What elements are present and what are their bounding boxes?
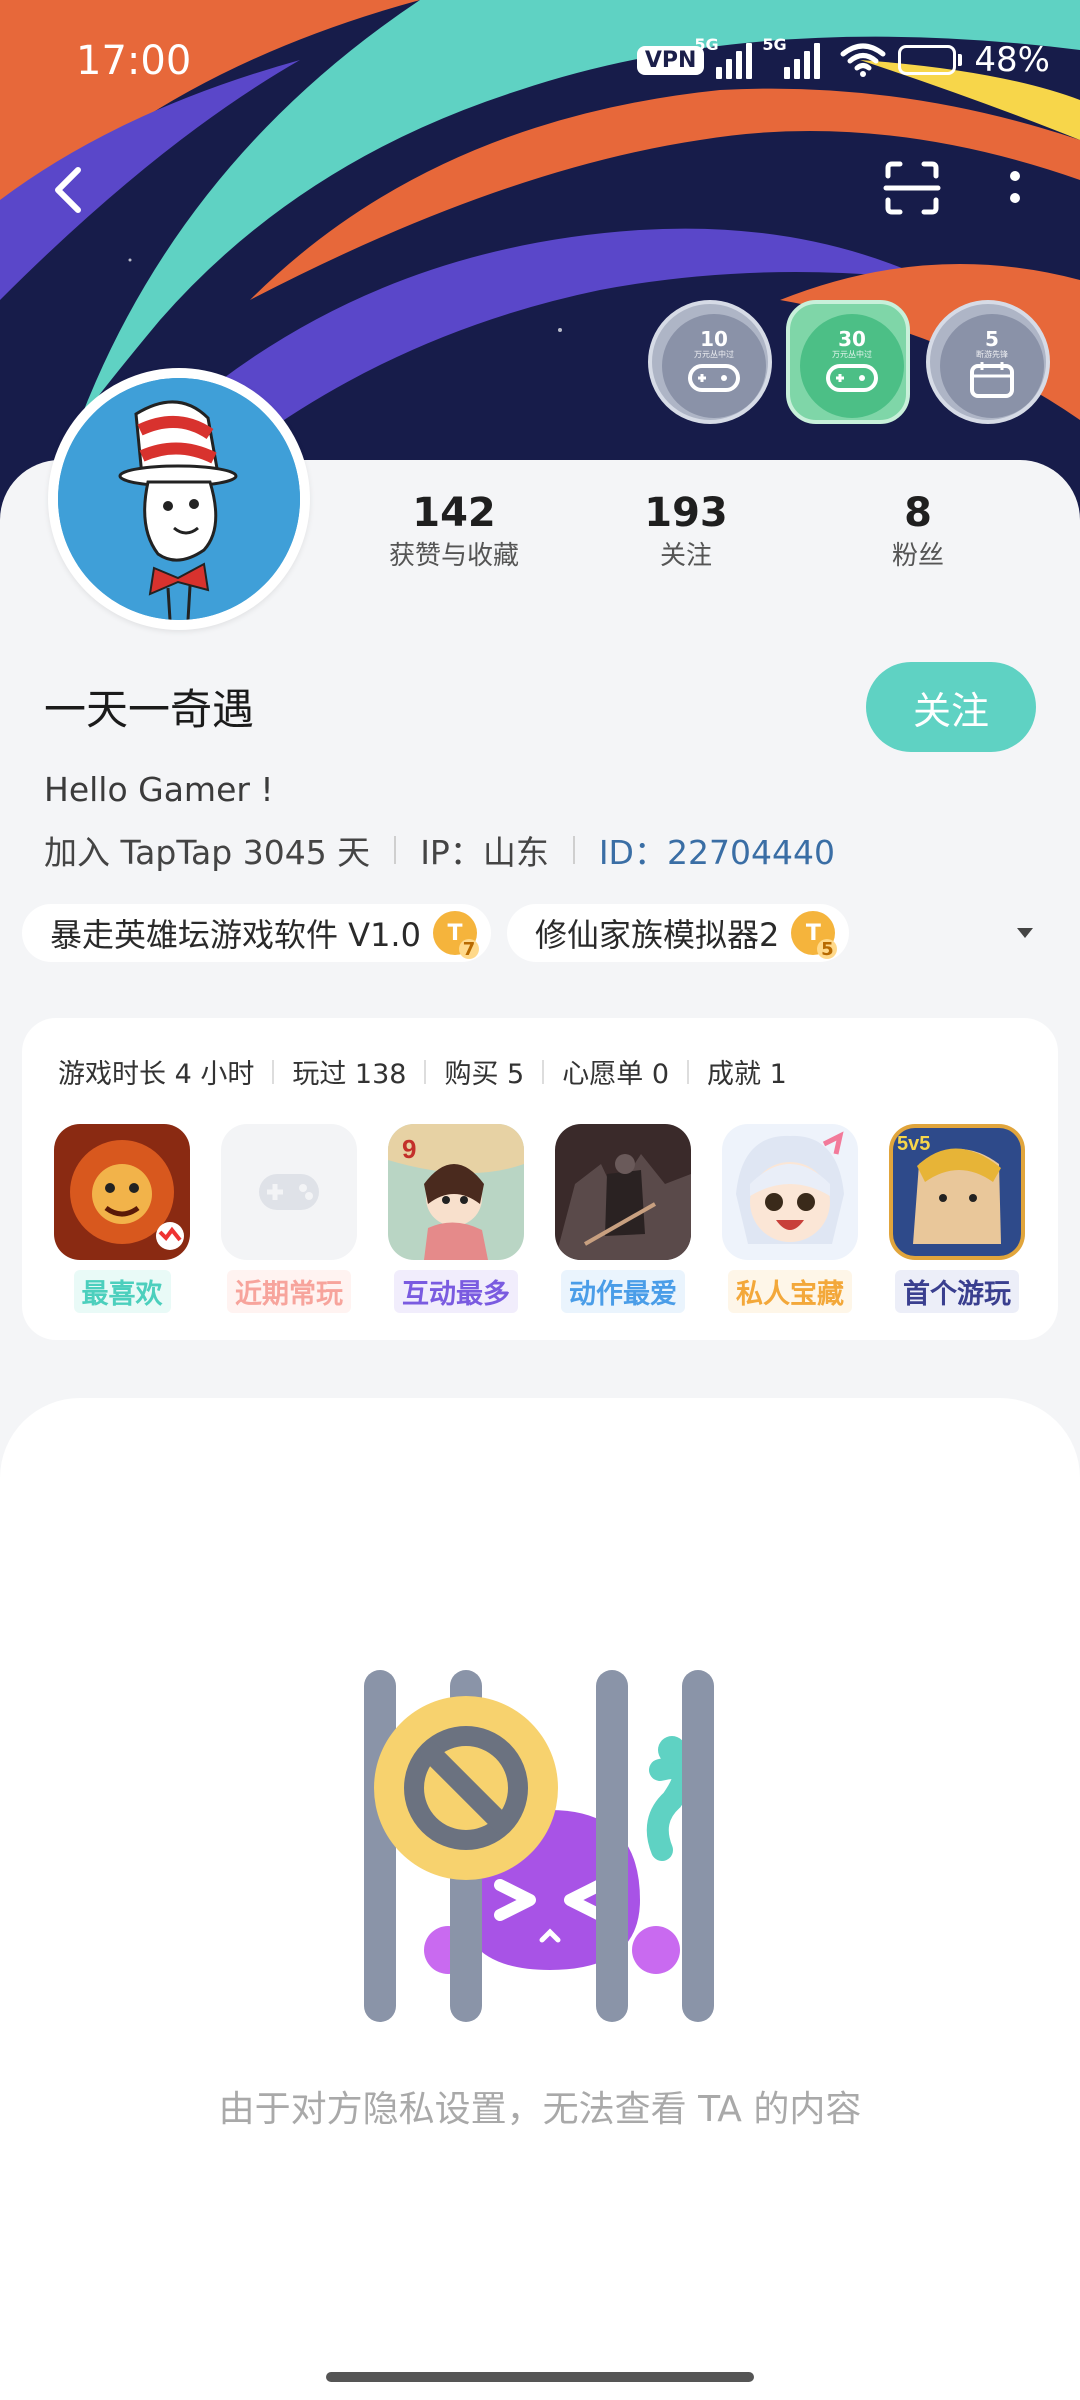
game-label: 互动最多 [394,1270,518,1313]
profile-screen: 17:00 VPN 5G 5G 48% 10 万元丛中过 30 万元丛中过 5 … [0,0,1080,2400]
divider [687,1059,689,1084]
follow-button[interactable]: 关注 [866,662,1036,752]
join-duration: 加入 TapTap 3045 天 [44,833,371,872]
user-id-value: 22704440 [666,833,835,872]
status-time: 17:00 [76,38,192,84]
medal-badge[interactable]: 10 万元丛中过 [648,300,772,424]
game-icon [54,1124,190,1260]
gamepad-icon [688,364,740,392]
signal-icon: 5G [694,35,753,79]
taptap-level-icon: T7 [432,911,479,960]
game-tag-label: 暴走英雄坛游戏软件 V1.0 [50,916,421,954]
game-icon: 9 [388,1124,524,1260]
status-bar: 17:00 VPN 5G 5G 48% [0,30,1080,100]
ip-location: IP：山东 [420,833,549,872]
game-summary-panel: 游戏时长 4 小时 玩过 138 购买 5 心愿单 0 成就 1 最喜欢 近期常… [22,1018,1058,1340]
home-indicator[interactable] [326,2372,754,2382]
wifi-icon [840,43,886,77]
avatar[interactable] [48,368,310,630]
medal-title: 万元丛中过 [832,350,872,359]
medal-badge[interactable]: 5 断游先锋 [926,300,1050,424]
game-label: 动作最爱 [561,1270,685,1313]
featured-game-treasure[interactable]: 私人宝藏 [722,1124,858,1313]
battery-icon [898,45,963,75]
stat-following[interactable]: 193 关注 [586,488,786,574]
purchase-count[interactable]: 购买 5 [444,1052,524,1091]
network-type-label: 5G [694,35,719,54]
game-icon: 5v5 [889,1124,1025,1260]
user-id[interactable]: ID：22704440 [599,826,835,874]
more-options-icon[interactable] [1000,158,1030,218]
privacy-locked-illustration [364,1670,714,2022]
stat-value: 142 [412,490,496,536]
stat-label: 粉丝 [891,541,944,571]
stat-value: 8 [904,490,932,536]
play-time[interactable]: 游戏时长 4 小时 [58,1052,254,1091]
stat-likes[interactable]: 142 获赞与收藏 [354,488,554,574]
back-icon[interactable] [44,160,94,220]
dropdown-icon[interactable] [1014,924,1036,942]
medal-number: 10 [700,327,728,351]
game-label: 最喜欢 [73,1270,171,1313]
game-label: 首个游玩 [895,1270,1019,1313]
avatar-image [58,378,300,620]
medal-badge[interactable]: 30 万元丛中过 [786,300,910,424]
game-tag[interactable]: 修仙家族模拟器2 T5 [506,904,850,962]
featured-games: 最喜欢 近期常玩 9 互动最多 动作最爱 私人宝藏 5v5 首个游玩 [54,1124,1025,1313]
game-tag[interactable]: 暴走英雄坛游戏软件 V1.0 T7 [22,904,491,962]
game-icon [555,1124,691,1260]
svg-text:9: 9 [402,1134,416,1164]
featured-game-interaction[interactable]: 9 互动最多 [388,1124,524,1313]
game-placeholder-icon [221,1124,357,1260]
stat-label: 获赞与收藏 [388,541,519,571]
game-icon [722,1124,858,1260]
divider [272,1059,275,1084]
medal-title: 断游先锋 [976,350,1008,359]
gamepad-icon [259,1174,319,1210]
stat-value: 193 [644,490,728,536]
taptap-level-icon: T5 [791,911,838,960]
profile-meta: 加入 TapTap 3045 天 IP：山东 ID：22704440 [44,826,835,874]
featured-game-first[interactable]: 5v5 首个游玩 [889,1124,1025,1313]
stat-followers[interactable]: 8 粉丝 [818,488,1018,574]
divider [572,836,575,864]
featured-game-recent[interactable]: 近期常玩 [221,1124,357,1313]
game-stats-row: 游戏时长 4 小时 玩过 138 购买 5 心愿单 0 成就 1 [58,1052,787,1091]
wishlist-count[interactable]: 心愿单 0 [562,1052,669,1091]
medal-title: 万元丛中过 [694,350,734,359]
medal-number: 30 [838,327,866,351]
game-tag-label: 修仙家族模拟器2 [534,916,780,954]
featured-game-action[interactable]: 动作最爱 [555,1124,691,1313]
divider [424,1059,427,1084]
signal-icon: 5G [762,35,821,79]
divider [394,836,397,864]
played-count[interactable]: 玩过 138 [292,1052,406,1091]
scan-icon[interactable] [882,158,942,218]
bio: Hello Gamer ! [44,770,274,809]
svg-text:5v5: 5v5 [897,1133,930,1155]
network-type-label: 5G [762,35,787,54]
privacy-message: 由于对方隐私设置，无法查看 TA 的内容 [218,2089,862,2130]
gamepad-icon [826,364,878,392]
game-label: 私人宝藏 [728,1270,852,1313]
username: 一天一奇遇 [44,685,255,734]
stat-label: 关注 [659,541,712,571]
divider [542,1059,545,1084]
achievement-count[interactable]: 成就 1 [707,1052,787,1091]
status-icons: VPN 5G 5G 48% [636,35,1050,80]
calendar-gamepad-icon [970,362,1014,398]
medal-number: 5 [985,327,999,351]
game-label: 近期常玩 [227,1270,351,1313]
user-id-label: ID： [598,833,667,872]
game-tag-row: 暴走英雄坛游戏软件 V1.0 T7 修仙家族模拟器2 T5 [22,904,1062,962]
battery-percent: 48% [974,40,1050,80]
featured-game-favorite[interactable]: 最喜欢 [54,1124,190,1313]
